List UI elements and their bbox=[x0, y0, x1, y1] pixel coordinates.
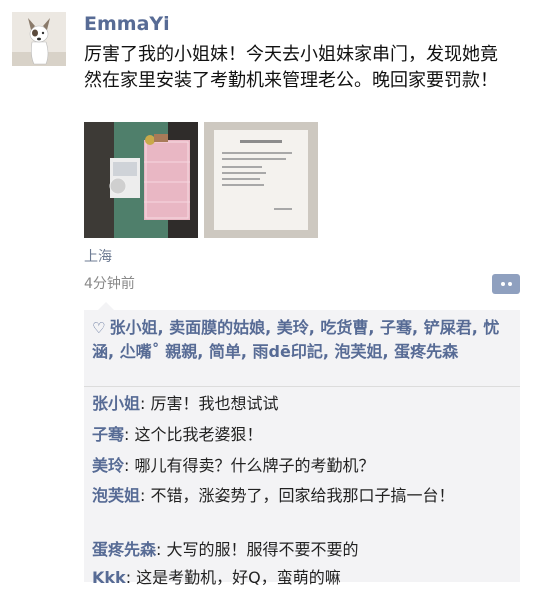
dot-icon bbox=[500, 282, 505, 286]
interaction-panel: ♡ 张小姐, 卖面膜的姑娘, 美玲, 吃货曹, 子骞, 铲屎君, 忧涵, 尐嘴˚ … bbox=[84, 302, 520, 587]
comment-text: : 这个比我老婆狠！ bbox=[124, 425, 263, 444]
avatar[interactable] bbox=[12, 12, 66, 66]
post-image-2[interactable] bbox=[204, 122, 318, 238]
likes-list: ♡ 张小姐, 卖面膜的姑娘, 美玲, 吃货曹, 子骞, 铲屎君, 忧涵, 尐嘴˚ … bbox=[92, 316, 512, 363]
post-location[interactable]: 上海 bbox=[84, 246, 112, 266]
comment-author[interactable]: 子骞 bbox=[92, 425, 124, 444]
comment-item[interactable]: 张小姐: 厉害！我也想试试 bbox=[92, 392, 512, 416]
post-author[interactable]: EmmaYi bbox=[84, 12, 170, 36]
comment-author[interactable]: 张小姐 bbox=[92, 394, 140, 413]
dog-avatar-icon bbox=[12, 12, 66, 66]
dot-icon bbox=[507, 282, 512, 286]
comment-text: : 不错，涨姿势了，回家给我那口子搞一台！ bbox=[140, 486, 455, 505]
post-text: 厉害了我的小姐妹！今天去小姐妹家串门，发现她竟然在家里安装了考勤机来管理老公。晚… bbox=[84, 44, 498, 91]
comment-text: : 这是考勤机，好Q，蛮萌的嘛 bbox=[125, 568, 341, 587]
comment-author[interactable]: 泡芙姐 bbox=[92, 486, 140, 505]
comment-item[interactable]: 美玲: 哪儿有得卖？什么牌子的考勤机？ bbox=[92, 454, 512, 478]
comment-author[interactable]: 蛋疼先森 bbox=[92, 540, 156, 559]
comment-text: : 哪儿有得卖？什么牌子的考勤机？ bbox=[124, 456, 375, 475]
comment-item[interactable]: 泡芙姐: 不错，涨姿势了，回家给我那口子搞一台！ bbox=[92, 484, 512, 508]
likes-names[interactable]: 张小姐, 卖面膜的姑娘, 美玲, 吃货曹, 子骞, 铲屎君, 忧涵, 尐嘴˚ 親… bbox=[92, 318, 499, 361]
comment-item[interactable]: 蛋疼先森: 大写的服！服得不要不要的 bbox=[92, 538, 512, 562]
divider bbox=[84, 386, 520, 387]
comment-item[interactable]: Kkk: 这是考勤机，好Q，蛮萌的嘛 bbox=[92, 566, 512, 590]
heart-icon: ♡ bbox=[92, 319, 106, 337]
comment-text: : 厉害！我也想试试 bbox=[140, 394, 279, 413]
comment-author[interactable]: Kkk bbox=[92, 568, 126, 587]
post-image-1[interactable] bbox=[84, 122, 198, 238]
comment-author[interactable]: 美玲 bbox=[92, 456, 124, 475]
comment-item[interactable]: 子骞: 这个比我老婆狠！ bbox=[92, 423, 512, 447]
comment-text: : 大写的服！服得不要不要的 bbox=[156, 540, 359, 559]
comment-menu-button[interactable] bbox=[492, 274, 520, 294]
post-time: 4分钟前 bbox=[84, 276, 135, 292]
